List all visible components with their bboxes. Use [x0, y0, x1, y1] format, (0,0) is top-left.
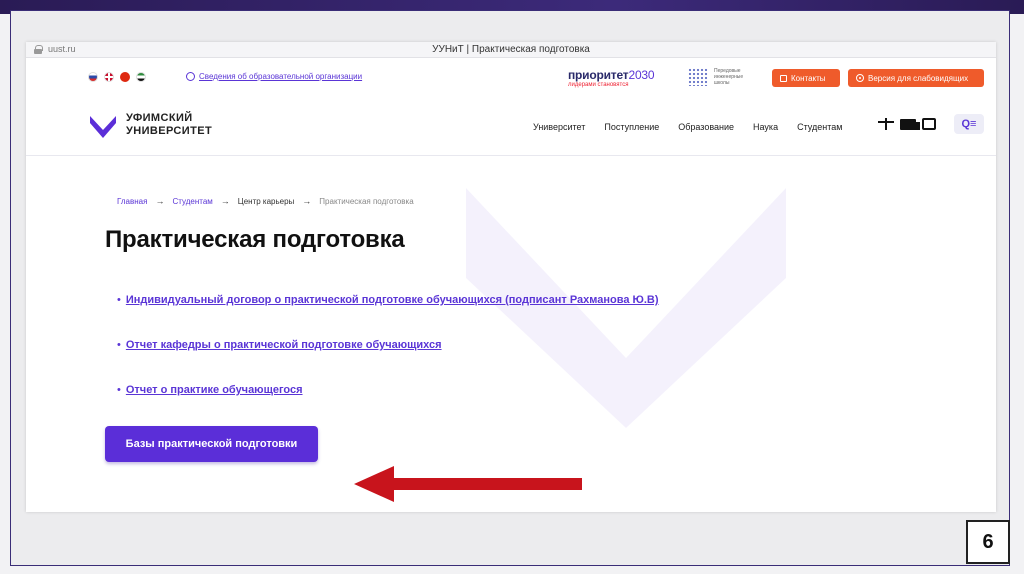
contacts-label: Контакты: [791, 73, 826, 83]
priority-2030-logo[interactable]: приоритет2030 лидерами становятся: [568, 68, 655, 88]
browser-window: uust.ru УУНиТ | Практическая подготовка …: [26, 42, 996, 512]
university-logo[interactable]: УФИМСКИЙ УНИВЕРСИТЕТ: [88, 110, 212, 140]
flag-ar-icon[interactable]: [136, 72, 146, 82]
breadcrumb-career-center[interactable]: Центр карьеры: [238, 197, 295, 206]
tab-title: УУНиТ | Практическая подготовка: [432, 44, 590, 55]
red-arrow-annotation-icon: [354, 466, 582, 502]
student-report-link[interactable]: Отчет о практике обучающегося: [126, 384, 303, 396]
address-bar[interactable]: uust.ru УУНиТ | Практическая подготовка: [26, 42, 996, 58]
university-logo-mark-icon: [90, 116, 116, 138]
nav-item-science[interactable]: Наука: [753, 122, 778, 132]
bullet-icon: •: [117, 294, 121, 306]
department-report-link[interactable]: Отчет кафедры о практической подготовке …: [126, 339, 442, 351]
breadcrumb-current: Практическая подготовка: [319, 196, 414, 206]
store-icon[interactable]: [922, 118, 936, 130]
contacts-button[interactable]: Контакты: [772, 69, 840, 87]
bullet-icon: •: [117, 384, 121, 396]
page-title: Практическая подготовка: [105, 226, 405, 253]
flag-en-icon[interactable]: [104, 72, 114, 82]
contract-link[interactable]: Индивидуальный договор о практической по…: [126, 294, 659, 306]
list-item: • Отчет о практике обучающегося: [117, 384, 659, 429]
flag-cn-icon[interactable]: [120, 72, 130, 82]
language-switcher: [88, 72, 146, 82]
main-nav: Университет Поступление Образование Наук…: [533, 122, 861, 132]
document-links-list: • Индивидуальный договор о практической …: [117, 294, 659, 429]
eye-icon: [856, 74, 864, 82]
scales-icon[interactable]: [878, 118, 894, 130]
nav-item-admission[interactable]: Поступление: [604, 122, 659, 132]
breadcrumb-students[interactable]: Студентам: [172, 197, 212, 206]
breadcrumb-home[interactable]: Главная: [117, 197, 147, 206]
practice-bases-button[interactable]: Базы практической подготовки: [105, 426, 318, 462]
arrow-right-icon: →: [220, 196, 230, 206]
arrow-right-icon: →: [302, 196, 312, 206]
engineering-schools-logo[interactable]: Передовые инженерные школы: [688, 68, 754, 86]
dots-grid-icon: [688, 68, 708, 86]
nav-item-university[interactable]: Университет: [533, 122, 585, 132]
flag-ru-icon[interactable]: [88, 72, 98, 82]
header-icons: [878, 118, 936, 130]
org-info-label: Сведения об образовательной организации: [199, 72, 363, 81]
nav-item-education[interactable]: Образование: [678, 122, 734, 132]
arrow-right-icon: →: [155, 196, 165, 206]
schools-label: Передовые инженерные школы: [714, 68, 744, 86]
breadcrumb: Главная → Студентам → Центр карьеры → Пр…: [117, 196, 414, 206]
university-name: УФИМСКИЙ УНИВЕРСИТЕТ: [126, 112, 213, 137]
bullet-icon: •: [117, 339, 121, 351]
truck-icon[interactable]: [900, 118, 920, 130]
site-header: УФИМСКИЙ УНИВЕРСИТЕТ Университет Поступл…: [26, 100, 996, 156]
priority-tagline: лидерами становятся: [568, 82, 629, 88]
priority-logo-text: приоритет2030: [568, 68, 655, 82]
info-icon: [186, 72, 195, 81]
utility-bar: Сведения об образовательной организации …: [26, 64, 996, 90]
slide-number: 6: [966, 520, 1010, 564]
visually-impaired-button[interactable]: Версия для слабовидящих: [848, 69, 984, 87]
org-info-link[interactable]: Сведения об образовательной организации: [186, 72, 362, 81]
visually-impaired-label: Версия для слабовидящих: [868, 73, 969, 83]
list-item: • Отчет кафедры о практической подготовк…: [117, 339, 659, 384]
search-button[interactable]: Q≡: [954, 114, 984, 134]
phone-icon: [780, 74, 787, 82]
list-item: • Индивидуальный договор о практической …: [117, 294, 659, 339]
nav-item-students[interactable]: Студентам: [797, 122, 842, 132]
